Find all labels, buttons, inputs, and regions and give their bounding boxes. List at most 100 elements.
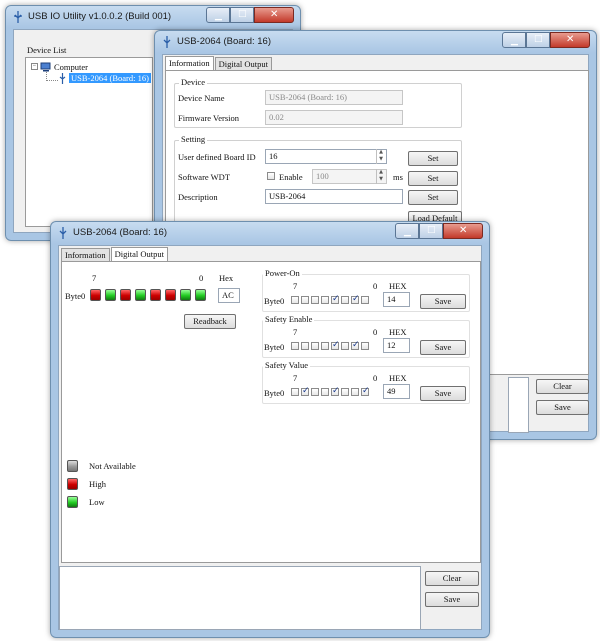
do-save-button[interactable]: Save xyxy=(425,592,479,607)
safety-value-save-button[interactable]: Save xyxy=(420,386,466,401)
maximize-button[interactable]: □ xyxy=(419,223,443,239)
safety-enable-byte0-label: Byte0 xyxy=(264,342,285,352)
device-tree[interactable]: − Computer USB-2064 (Board: 16) xyxy=(25,57,153,227)
safety-enable-bit-4-checkbox[interactable] xyxy=(321,342,329,350)
safety-value-bit-3-checkbox[interactable] xyxy=(331,386,340,396)
do-titlebar[interactable]: USB-2064 (Board: 16) ▁ □ ✕ xyxy=(51,222,489,244)
tree-expander-icon[interactable]: − xyxy=(31,63,38,70)
firmware-version-label: Firmware Version xyxy=(178,113,239,123)
close-button[interactable]: ✕ xyxy=(254,7,294,23)
power-on-bit-7-checkbox[interactable] xyxy=(291,296,299,304)
safety-value-bit-7-checkbox[interactable] xyxy=(291,388,299,396)
info-clear-button[interactable]: Clear xyxy=(536,379,589,394)
minimize-button[interactable]: ▁ xyxy=(502,32,526,48)
board-id-input[interactable]: 16 xyxy=(265,149,387,164)
power-on-bit-4-checkbox[interactable] xyxy=(321,296,329,304)
safety-value-hex-input[interactable]: 49 xyxy=(383,384,410,399)
info-log-area[interactable] xyxy=(508,377,529,433)
board-id-spinner[interactable]: ▲ ▼ xyxy=(376,149,385,164)
set-board-id-button[interactable]: Set xyxy=(408,151,458,166)
power-on-bit-6-checkbox[interactable] xyxy=(301,296,309,304)
spin-down-icon[interactable]: ▼ xyxy=(377,176,385,183)
byte0-hex-field[interactable]: AC xyxy=(218,288,240,303)
firmware-version-field: 0.02 xyxy=(265,110,403,125)
safety-enable-bit-1-checkbox[interactable] xyxy=(351,340,360,350)
byte0-bit-5-led[interactable] xyxy=(120,289,131,301)
info-titlebar[interactable]: USB-2064 (Board: 16) ▁ □ ✕ xyxy=(155,31,596,53)
maximize-icon: □ xyxy=(534,34,543,44)
minimize-button[interactable]: ▁ xyxy=(206,7,230,23)
bit-7-label: 7 xyxy=(92,273,97,283)
spin-down-icon[interactable]: ▼ xyxy=(377,156,385,163)
spin-up-icon[interactable]: ▲ xyxy=(377,149,385,156)
info-save-button[interactable]: Save xyxy=(536,400,589,415)
byte0-bit-1-led[interactable] xyxy=(180,289,191,301)
close-button[interactable]: ✕ xyxy=(443,223,483,239)
safety-enable-bit-0-checkbox[interactable] xyxy=(361,342,369,350)
description-input[interactable]: USB-2064 xyxy=(265,189,403,204)
info-window-title: USB-2064 (Board: 16) xyxy=(177,36,271,47)
wdt-enable-checkbox[interactable] xyxy=(267,172,275,180)
byte0-bit-2-led[interactable] xyxy=(165,289,176,301)
tree-item-usb-2064[interactable]: USB-2064 (Board: 16) xyxy=(69,73,151,83)
wdt-interval-spinner[interactable]: ▲ ▼ xyxy=(376,169,385,184)
safety-enable-bit-3-checkbox[interactable] xyxy=(331,340,340,350)
close-button[interactable]: ✕ xyxy=(550,32,590,48)
byte0-bit-7-led[interactable] xyxy=(90,289,101,301)
bit-0-label: 0 xyxy=(199,273,204,283)
set-description-button[interactable]: Set xyxy=(408,190,458,205)
safety-enable-bit-7-checkbox[interactable] xyxy=(291,342,299,350)
do-clear-button[interactable]: Clear xyxy=(425,571,479,586)
maximize-button[interactable]: □ xyxy=(230,7,254,23)
wdt-enable-label: Enable xyxy=(279,172,303,182)
power-on-bit-5-checkbox[interactable] xyxy=(311,296,319,304)
power-on-save-button[interactable]: Save xyxy=(420,294,466,309)
safety-enable-bit-2-checkbox[interactable] xyxy=(341,342,349,350)
computer-icon xyxy=(40,62,51,72)
byte0-bit-6-led[interactable] xyxy=(105,289,116,301)
power-on-bit-2-checkbox[interactable] xyxy=(341,296,349,304)
power-on-bit-0-checkbox[interactable] xyxy=(361,296,369,304)
power-on-bit-7-label: 7 xyxy=(293,281,298,291)
safety-enable-bit-5-checkbox[interactable] xyxy=(311,342,319,350)
safety-value-bit-0-checkbox[interactable] xyxy=(361,386,370,396)
tree-root-computer[interactable]: Computer xyxy=(54,62,88,72)
legend-low-label: Low xyxy=(89,497,105,507)
safety-value-bit-6-checkbox[interactable] xyxy=(301,386,310,396)
power-on-bit-3-checkbox[interactable] xyxy=(331,294,340,304)
safety-value-bit-2-checkbox[interactable] xyxy=(341,388,349,396)
power-on-bit-1-checkbox[interactable] xyxy=(351,294,360,304)
legend-high-led xyxy=(67,478,78,490)
main-titlebar[interactable]: USB IO Utility v1.0.0.2 (Build 001) ▁ □ … xyxy=(6,6,300,28)
readback-button[interactable]: Readback xyxy=(184,314,236,329)
maximize-button[interactable]: □ xyxy=(526,32,550,48)
spin-up-icon[interactable]: ▲ xyxy=(377,169,385,176)
software-wdt-label: Software WDT xyxy=(178,172,231,182)
safety-enable-save-button[interactable]: Save xyxy=(420,340,466,355)
do-tab-strip: Information Digital Output xyxy=(61,247,169,262)
legend-not-available-led xyxy=(67,460,78,472)
set-wdt-button[interactable]: Set xyxy=(408,171,458,186)
legend-not-available-label: Not Available xyxy=(89,461,136,471)
safety-enable-bit-6-checkbox[interactable] xyxy=(301,342,309,350)
safety-enable-bit-7-label: 7 xyxy=(293,327,298,337)
safety-value-bit-4-checkbox[interactable] xyxy=(321,388,329,396)
safety-enable-hex-input[interactable]: 12 xyxy=(383,338,410,353)
safety-value-bit-5-checkbox[interactable] xyxy=(311,388,319,396)
tab-digital-output[interactable]: Digital Output xyxy=(110,247,168,261)
safety-value-bit-1-checkbox[interactable] xyxy=(351,388,359,396)
digital-output-panel: 7 0 Hex Byte0 AC Readback Power-On 7 0 HEX B… xyxy=(61,261,481,563)
maximize-icon: □ xyxy=(238,9,247,19)
byte0-bit-3-led[interactable] xyxy=(150,289,161,301)
power-on-hex-label: HEX xyxy=(389,281,407,291)
do-log-area[interactable] xyxy=(59,566,421,630)
byte0-bit-0-led[interactable] xyxy=(195,289,206,301)
minimize-button[interactable]: ▁ xyxy=(395,223,419,239)
tab-digital-output[interactable]: Digital Output xyxy=(214,57,272,70)
tab-information[interactable]: Information xyxy=(165,56,214,70)
do-window-title: USB-2064 (Board: 16) xyxy=(73,227,167,238)
power-on-hex-input[interactable]: 14 xyxy=(383,292,410,307)
byte0-bit-4-led[interactable] xyxy=(135,289,146,301)
safety-enable-title: Safety Enable xyxy=(263,314,315,324)
tab-information[interactable]: Information xyxy=(61,248,110,261)
